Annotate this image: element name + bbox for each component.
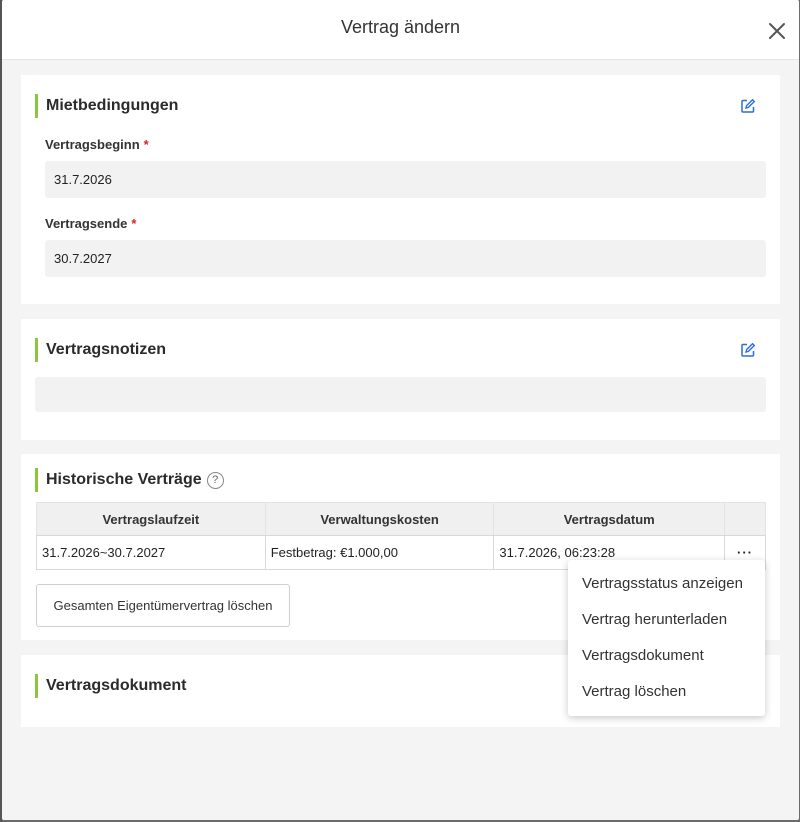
contract-end-label: Vertragsende *	[45, 216, 136, 231]
close-icon[interactable]	[766, 20, 788, 42]
lease-terms-title: Mietbedingungen	[35, 94, 178, 118]
required-mark: *	[143, 137, 149, 152]
menu-item-delete[interactable]: Vertrag löschen	[582, 683, 686, 700]
delete-owner-contract-button[interactable]: Gesamten Eigentümervertrag löschen	[36, 584, 290, 627]
edit-icon[interactable]	[740, 342, 756, 358]
menu-item-download[interactable]: Vertrag herunterladen	[582, 611, 727, 628]
history-title-text: Historische Verträge	[46, 471, 202, 488]
document-title: Vertragsdokument	[35, 674, 186, 698]
history-title: Historische Verträge?	[35, 468, 224, 492]
column-header: Vertragsdatum	[493, 502, 726, 536]
column-header: Verwaltungskosten	[264, 502, 495, 536]
menu-item-document[interactable]: Vertragsdokument	[582, 647, 704, 664]
lease-terms-card: Mietbedingungen Vertragsbeginn * 31.7.202…	[21, 75, 780, 304]
edit-icon[interactable]	[740, 98, 756, 114]
contract-start-label-text: Vertragsbeginn	[45, 137, 140, 152]
row-actions-menu: Vertragsstatus anzeigen Vertrag herunter…	[568, 560, 765, 716]
contract-start-label: Vertragsbeginn *	[45, 137, 149, 152]
fee-cell: Festbetrag: €1.000,00	[264, 535, 495, 570]
column-header-actions	[724, 502, 766, 536]
table-header-row: Vertragslaufzeit Verwaltungskosten Vertr…	[36, 502, 766, 536]
required-mark: *	[131, 216, 137, 231]
notes-title: Vertragsnotizen	[35, 338, 166, 362]
notes-card: Vertragsnotizen	[21, 319, 780, 440]
modal-header: Vertrag ändern	[2, 0, 799, 60]
contract-end-field[interactable]: 30.7.2027	[45, 240, 766, 277]
column-header: Vertragslaufzeit	[36, 502, 266, 536]
modal-title: Vertrag ändern	[340, 17, 461, 37]
menu-item-view-status[interactable]: Vertragsstatus anzeigen	[582, 575, 743, 592]
term-cell: 31.7.2026~30.7.2027	[36, 535, 266, 570]
contract-start-field[interactable]: 31.7.2026	[45, 161, 766, 198]
contract-end-label-text: Vertragsende	[45, 216, 128, 231]
notes-field[interactable]	[35, 377, 766, 412]
help-icon[interactable]: ?	[206, 472, 224, 489]
